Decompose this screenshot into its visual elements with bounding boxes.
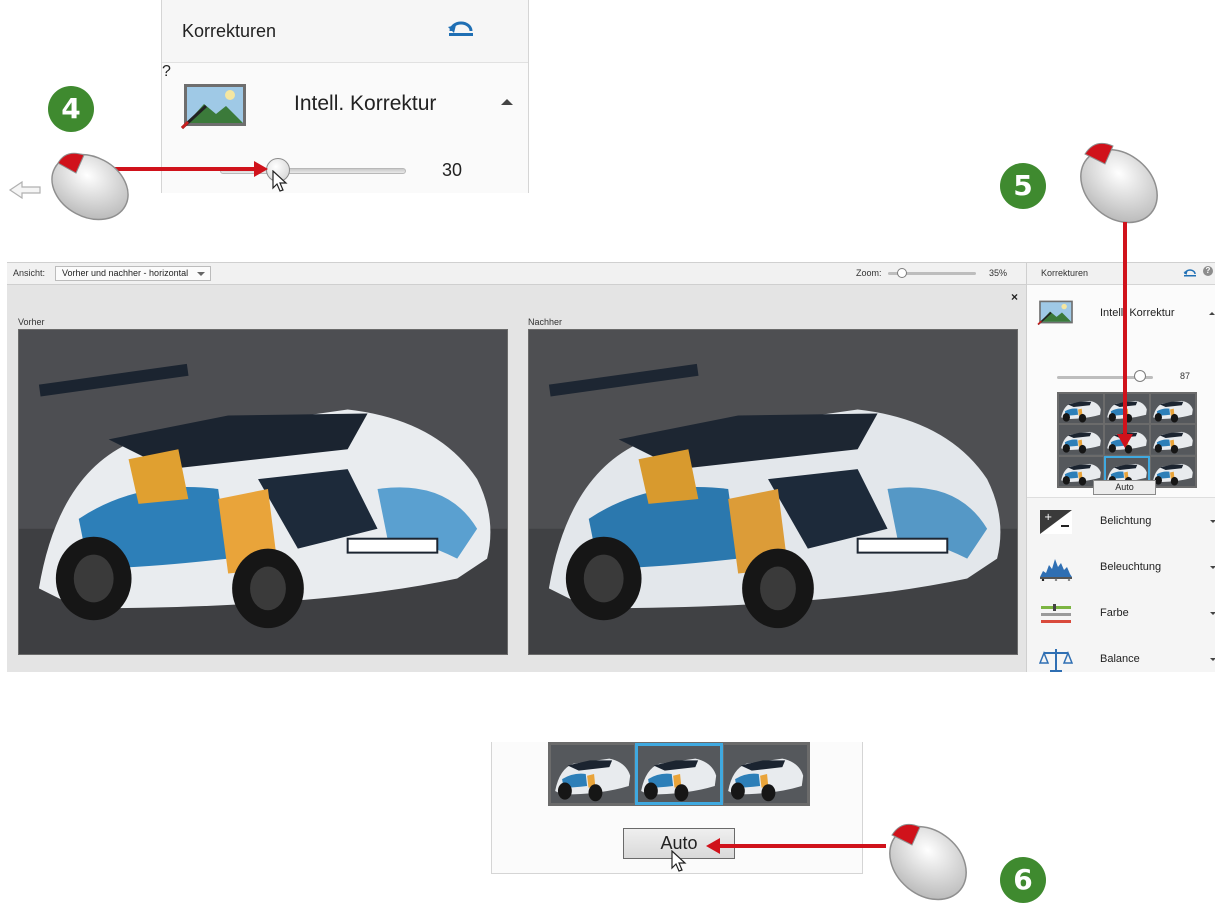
variation-thumbnail[interactable] — [1151, 425, 1195, 455]
section-label: Beleuchtung — [1100, 561, 1162, 573]
variation-thumbnail-strip — [548, 742, 810, 806]
smart-fix-section: Intell. Korrektur 87 — [1027, 285, 1215, 497]
smart-fix-icon — [1037, 300, 1073, 326]
divider — [1027, 497, 1215, 498]
panel-header: Korrekturen ? — [1027, 263, 1215, 285]
step-badge-5: 5 — [1000, 163, 1046, 209]
arrowhead-6 — [706, 838, 720, 854]
panel-title: Korrekturen — [182, 20, 277, 41]
chevron-down-icon — [197, 272, 205, 276]
arrow-line-5 — [1123, 222, 1127, 438]
expand-icon[interactable] — [1210, 612, 1215, 615]
reset-icon[interactable] — [447, 17, 475, 37]
view-toolbar: Ansicht: Vorher und nachher - horizontal… — [7, 263, 1026, 285]
mouse-icon — [51, 152, 129, 221]
panel-title: Korrekturen — [1041, 268, 1089, 278]
variation-thumbnail[interactable] — [1059, 394, 1103, 424]
expand-icon[interactable] — [1210, 566, 1215, 569]
auto-button[interactable]: Auto — [1093, 480, 1156, 495]
race-car-image — [19, 330, 507, 654]
section-label: Farbe — [1100, 607, 1129, 619]
close-icon[interactable]: × — [1011, 290, 1018, 304]
smart-fix-label: Intell. Korrektur — [1100, 307, 1175, 319]
mouse-icon — [1080, 142, 1158, 224]
step-badge-6: 6 — [1000, 857, 1046, 903]
smart-fix-icon — [180, 84, 246, 130]
step-badge-4: 4 — [48, 86, 94, 132]
photo-editor-window: Ansicht: Vorher und nachher - horizontal… — [7, 262, 1215, 672]
collapse-icon[interactable] — [1209, 312, 1215, 315]
view-select-value: Vorher und nachher - horizontal — [62, 268, 189, 278]
feature-label: Intell. Korrektur — [294, 92, 437, 115]
exposure-icon: + — [1040, 510, 1072, 534]
arrowhead-5 — [1117, 434, 1133, 448]
section-exposure[interactable]: + Belichtung — [1027, 499, 1215, 545]
section-label: Belichtung — [1100, 515, 1152, 527]
smart-fix-slider-handle[interactable] — [1134, 370, 1146, 382]
expand-icon[interactable] — [1210, 658, 1215, 661]
corrections-panel: Korrekturen ? Intell. Korrektur 87 Auto … — [1026, 263, 1215, 672]
callout-smart-fix-slider: Korrekturen ? Intell. Korrektur 30 — [161, 0, 529, 193]
variation-thumbnail[interactable] — [1105, 394, 1149, 424]
before-label: Vorher — [18, 317, 45, 327]
help-icon[interactable]: ? — [1203, 266, 1213, 276]
variation-thumbnail[interactable] — [723, 745, 807, 803]
slider-value: 30 — [442, 160, 463, 180]
view-select[interactable]: Vorher und nachher - horizontal — [55, 266, 211, 281]
variation-thumbnail[interactable] — [635, 743, 723, 805]
color-icon — [1041, 604, 1071, 623]
collapse-icon[interactable] — [501, 99, 513, 105]
mouse-icon — [889, 823, 967, 901]
smart-fix-slider-value: 87 — [1180, 371, 1191, 381]
section-label: Balance — [1100, 653, 1140, 665]
zoom-value: 35% — [989, 268, 1008, 278]
zoom-slider-handle[interactable] — [897, 268, 907, 278]
help-icon[interactable]: ? — [162, 63, 528, 81]
preview-canvas: × Vorher Nachher — [7, 285, 1026, 672]
after-photo — [528, 329, 1018, 655]
expand-icon[interactable] — [1210, 520, 1215, 523]
variation-thumbnail[interactable] — [551, 745, 635, 803]
arrow-line-6 — [718, 844, 886, 848]
section-balance[interactable]: Balance — [1027, 637, 1215, 683]
variation-thumbnail[interactable] — [1151, 394, 1195, 424]
arrowhead-4 — [254, 161, 268, 177]
cursor-pointer-icon — [671, 850, 687, 872]
histogram-icon — [1040, 559, 1072, 581]
section-color[interactable]: Farbe — [1027, 591, 1215, 637]
svg-text:+: + — [1044, 512, 1052, 523]
after-label: Nachher — [528, 317, 563, 327]
variation-thumbnail[interactable] — [1059, 425, 1103, 455]
view-label: Ansicht: — [13, 268, 46, 278]
reset-icon[interactable] — [1183, 267, 1197, 277]
zoom-label: Zoom: — [856, 268, 882, 278]
balance-scale-icon — [1039, 649, 1073, 672]
variation-thumbnail[interactable] — [1151, 456, 1195, 486]
cursor-pointer-icon — [272, 170, 288, 192]
before-photo — [18, 329, 508, 655]
race-car-image — [529, 330, 1017, 654]
section-lighting[interactable]: Beleuchtung — [1027, 545, 1215, 591]
